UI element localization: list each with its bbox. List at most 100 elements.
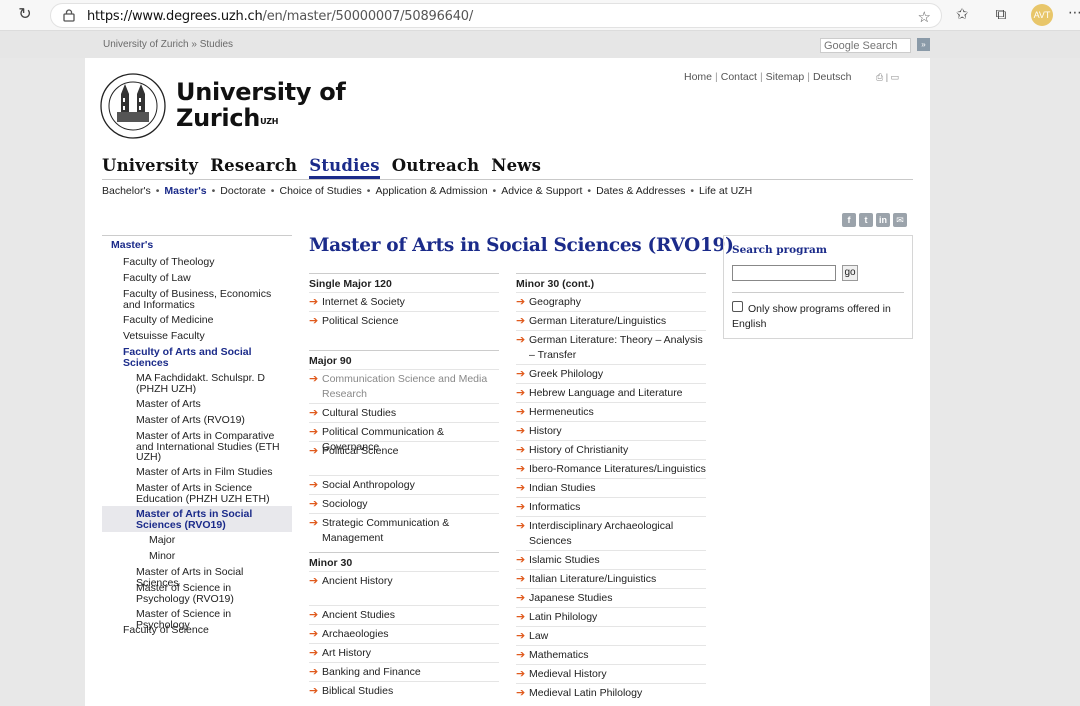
leftnav-item[interactable]: Major bbox=[102, 532, 292, 548]
program-link[interactable]: ➔ Medieval History bbox=[516, 664, 706, 683]
subnav-item[interactable]: Life at UZH bbox=[699, 185, 752, 197]
program-link-label[interactable]: History of Christianity bbox=[529, 444, 628, 456]
program-link[interactable]: ➔ Internet & Society bbox=[309, 292, 499, 311]
program-link[interactable]: ➔ Ancient Studies bbox=[309, 605, 499, 624]
more-icon[interactable]: ⋯ bbox=[1068, 4, 1080, 21]
program-link[interactable]: ➔ German Literature/Linguistics bbox=[516, 311, 706, 330]
program-link[interactable]: ➔ Informatics bbox=[516, 497, 706, 516]
program-link[interactable]: ➔ Greek Philology bbox=[516, 364, 706, 383]
program-link-label[interactable]: Social Anthropology bbox=[322, 479, 415, 491]
collections-icon[interactable]: ⧉ bbox=[991, 5, 1011, 25]
mainnav-item-research[interactable]: Research bbox=[210, 156, 297, 179]
program-link-label[interactable]: Art History bbox=[322, 647, 371, 659]
program-link[interactable]: ➔ Political Science bbox=[309, 311, 499, 330]
google-search-input[interactable] bbox=[820, 38, 911, 53]
add-favorite-icon[interactable]: ☆ bbox=[918, 8, 931, 26]
program-link-label[interactable]: Sociology bbox=[322, 498, 368, 510]
leftnav-item[interactable]: Faculty of Theology bbox=[102, 254, 292, 270]
go-button[interactable]: go bbox=[842, 265, 858, 281]
program-link-label[interactable]: Law bbox=[529, 630, 548, 642]
program-link[interactable]: ➔ Japanese Studies bbox=[516, 588, 706, 607]
contact-link[interactable]: Contact bbox=[721, 71, 757, 83]
program-link-label[interactable]: Political Science bbox=[322, 445, 398, 457]
program-link-label[interactable]: Informatics bbox=[529, 501, 580, 513]
program-link[interactable]: ➔ Political Science bbox=[309, 441, 499, 475]
program-link-label[interactable]: Hebrew Language and Literature bbox=[529, 387, 683, 399]
program-link[interactable]: ➔ Hebrew Language and Literature bbox=[516, 383, 706, 402]
program-link-label[interactable]: Political Science bbox=[322, 315, 398, 327]
leftnav-item[interactable]: Master of Arts in Comparative and Intern… bbox=[102, 428, 292, 464]
lock-icon[interactable] bbox=[63, 9, 75, 22]
program-link[interactable]: ➔ Interdisciplinary Archaeological Scienc… bbox=[516, 516, 706, 550]
leftnav-item[interactable]: Master of Arts (RVO19) bbox=[102, 412, 292, 428]
program-link[interactable]: ➔ Geography bbox=[516, 292, 706, 311]
program-link-label[interactable]: Archaeologies bbox=[322, 628, 389, 640]
program-link-label[interactable]: Italian Literature/Linguistics bbox=[529, 573, 656, 585]
leftnav-item[interactable]: Faculty of Business, Economics and Infor… bbox=[102, 286, 292, 312]
program-link[interactable]: ➔ Social Anthropology bbox=[309, 475, 499, 494]
program-link-label[interactable]: Medieval History bbox=[529, 668, 607, 680]
leftnav-item[interactable]: Master of Arts in Science Education (PHZ… bbox=[102, 480, 292, 506]
program-link-label[interactable]: Cultural Studies bbox=[322, 407, 396, 419]
program-link-label[interactable]: Mathematics bbox=[529, 649, 589, 661]
google-search-button[interactable]: » bbox=[917, 38, 930, 51]
subnav-item[interactable]: Master's bbox=[164, 185, 206, 197]
program-link-label[interactable]: Medieval Latin Philology bbox=[529, 687, 642, 699]
program-link[interactable]: ➔ Cultural Studies bbox=[309, 403, 499, 422]
subnav-item[interactable]: Bachelor's bbox=[102, 185, 151, 197]
program-link[interactable]: ➔ Medieval Latin Philology bbox=[516, 683, 706, 702]
program-link[interactable]: ➔ Biblical Studies bbox=[309, 681, 499, 700]
program-link-label[interactable]: Banking and Finance bbox=[322, 666, 421, 678]
leftnav-item[interactable]: Faculty of Arts and Social Sciences bbox=[102, 344, 292, 370]
program-link[interactable]: ➔ Ancient History bbox=[309, 571, 499, 605]
program-link-label[interactable]: Internet & Society bbox=[322, 296, 405, 308]
program-link[interactable]: ➔ Italian Literature/Linguistics bbox=[516, 569, 706, 588]
leftnav-item[interactable]: Faculty of Science bbox=[102, 622, 292, 638]
program-link-label[interactable]: History bbox=[529, 425, 562, 437]
leftnav-item[interactable]: Vetsuisse Faculty bbox=[102, 328, 292, 344]
program-link[interactable]: ➔ Mathematics bbox=[516, 645, 706, 664]
home-link[interactable]: Home bbox=[684, 71, 712, 83]
leftnav-item[interactable]: Master of Arts in Social Sciences (RVO19… bbox=[102, 506, 292, 532]
language-link[interactable]: Deutsch bbox=[813, 71, 852, 83]
program-link[interactable]: ➔ Hermeneutics bbox=[516, 402, 706, 421]
program-link-label[interactable]: Ancient History bbox=[322, 575, 393, 587]
subnav-item[interactable]: Choice of Studies bbox=[279, 185, 361, 197]
facebook-icon[interactable]: f bbox=[842, 213, 856, 227]
program-link[interactable]: ➔ Latin Philology bbox=[516, 607, 706, 626]
program-link[interactable]: ➔ Islamic Studies bbox=[516, 550, 706, 569]
program-link-label[interactable]: German Literature/Linguistics bbox=[529, 315, 666, 327]
mainnav-item-studies[interactable]: Studies bbox=[309, 156, 380, 179]
program-link-label[interactable]: Islamic Studies bbox=[529, 554, 600, 566]
university-seal-logo[interactable] bbox=[99, 72, 167, 140]
leftnav-item[interactable]: Master of Arts in Social Sciences bbox=[102, 564, 292, 588]
program-link[interactable]: ➔ German Literature: Theory – Analysis – … bbox=[516, 330, 706, 364]
program-link-label[interactable]: Hermeneutics bbox=[529, 406, 594, 418]
mainnav-item-outreach[interactable]: Outreach bbox=[392, 156, 480, 179]
leftnav-item[interactable]: Faculty of Law bbox=[102, 270, 292, 286]
leftnav-item[interactable]: Master of Arts in Film Studies bbox=[102, 464, 292, 480]
subnav-item[interactable]: Doctorate bbox=[220, 185, 266, 197]
program-link[interactable]: ➔ Banking and Finance bbox=[309, 662, 499, 681]
breadcrumb[interactable]: University of Zurich » Studies bbox=[103, 39, 233, 50]
leftnav-item[interactable]: Minor bbox=[102, 548, 292, 564]
program-link[interactable]: ➔ Indian Studies bbox=[516, 478, 706, 497]
program-link-label[interactable]: Indian Studies bbox=[529, 482, 596, 494]
address-bar[interactable]: https://www.degrees.uzh.ch/en/master/500… bbox=[50, 3, 942, 28]
linkedin-icon[interactable]: in bbox=[876, 213, 890, 227]
english-only-label[interactable]: Only show programs offered in English bbox=[732, 302, 907, 332]
leftnav-item[interactable]: Master of Science in Psychology (RVO19) bbox=[102, 580, 292, 606]
program-link[interactable]: ➔ Political Communication & Governance bbox=[309, 422, 499, 453]
program-link-label[interactable]: Japanese Studies bbox=[529, 592, 612, 604]
leftnav-item[interactable]: Master of Arts bbox=[102, 396, 292, 412]
program-link[interactable]: ➔ Archaeologies bbox=[309, 624, 499, 643]
university-wordmark[interactable]: University of ZurichUZH bbox=[176, 79, 346, 131]
program-link[interactable]: ➔ Communication Science and Media Researc… bbox=[309, 369, 499, 403]
leftnav-item[interactable]: MA Fachdidakt. Schulspr. D (PHZH UZH) bbox=[102, 370, 292, 396]
program-link-label[interactable]: Communication Science and Media Research bbox=[322, 373, 487, 400]
email-icon[interactable]: ✉ bbox=[893, 213, 907, 227]
subnav-item[interactable]: Advice & Support bbox=[501, 185, 582, 197]
leftnav-item[interactable]: Master of Science in Psychology bbox=[102, 606, 292, 630]
program-link-label[interactable]: German Literature: Theory – Analysis – T… bbox=[529, 334, 703, 361]
program-link[interactable]: ➔ History of Christianity bbox=[516, 440, 706, 459]
